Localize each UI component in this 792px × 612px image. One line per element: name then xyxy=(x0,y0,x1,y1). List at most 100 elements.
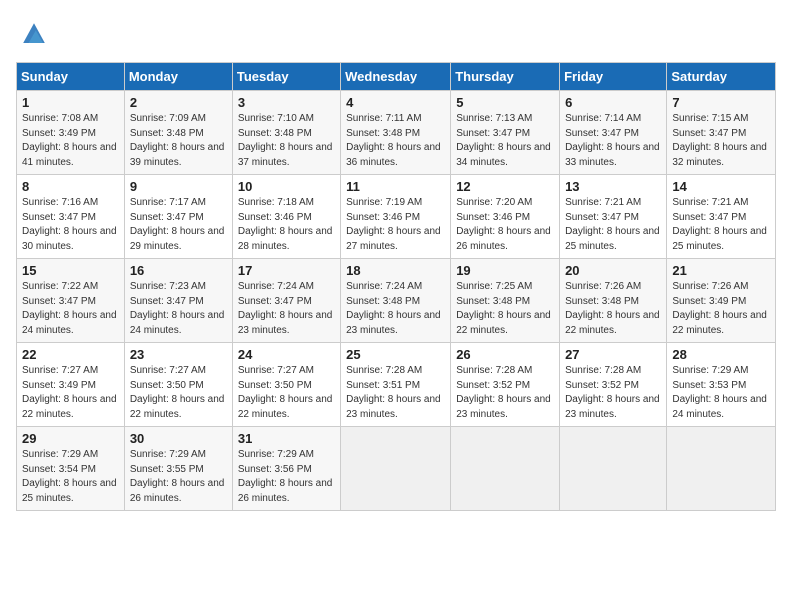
calendar-cell: 22Sunrise: 7:27 AMSunset: 3:49 PMDayligh… xyxy=(17,343,125,427)
day-number: 28 xyxy=(672,347,770,362)
day-number: 24 xyxy=(238,347,335,362)
calendar-week-row: 22Sunrise: 7:27 AMSunset: 3:49 PMDayligh… xyxy=(17,343,776,427)
cell-info: Sunrise: 7:09 AMSunset: 3:48 PMDaylight:… xyxy=(130,112,227,170)
calendar-cell: 20 Sunrise: 7:26 AMSunset: 3:48 PMDayligh… xyxy=(560,259,667,343)
cell-info: Sunrise: 7:29 AMSunset: 3:55 PMDaylight:… xyxy=(130,448,227,506)
cell-info: Sunrise: 7:28 AMSunset: 3:51 PMDaylight:… xyxy=(346,364,445,422)
cell-info: Sunrise: 7:27 AMSunset: 3:49 PMDaylight:… xyxy=(22,364,119,422)
day-number: 12 xyxy=(456,179,554,194)
cell-info: Sunrise: 7:25 AMSunset: 3:48 PMDaylight:… xyxy=(456,280,554,338)
calendar-cell: 12 Sunrise: 7:20 AMSunset: 3:46 PMDayligh… xyxy=(451,175,560,259)
calendar-cell: 4Sunrise: 7:11 AMSunset: 3:48 PMDaylight… xyxy=(341,91,451,175)
col-header-thursday: Thursday xyxy=(451,63,560,91)
day-number: 27 xyxy=(565,347,661,362)
cell-info: Sunrise: 7:21 AMSunset: 3:47 PMDaylight:… xyxy=(565,196,661,254)
calendar-cell: 27Sunrise: 7:28 AMSunset: 3:52 PMDayligh… xyxy=(560,343,667,427)
calendar-cell: 9 Sunrise: 7:17 AMSunset: 3:47 PMDaylight… xyxy=(124,175,232,259)
cell-info: Sunrise: 7:27 AMSunset: 3:50 PMDaylight:… xyxy=(130,364,227,422)
calendar-cell: 19 Sunrise: 7:25 AMSunset: 3:48 PMDayligh… xyxy=(451,259,560,343)
calendar-header-row: SundayMondayTuesdayWednesdayThursdayFrid… xyxy=(17,63,776,91)
day-number: 13 xyxy=(565,179,661,194)
cell-info: Sunrise: 7:29 AMSunset: 3:53 PMDaylight:… xyxy=(672,364,770,422)
col-header-wednesday: Wednesday xyxy=(341,63,451,91)
calendar-cell: 17 Sunrise: 7:24 AMSunset: 3:47 PMDayligh… xyxy=(232,259,340,343)
day-number: 18 xyxy=(346,263,445,278)
day-number: 14 xyxy=(672,179,770,194)
calendar-week-row: 29 Sunrise: 7:29 AMSunset: 3:54 PMDayligh… xyxy=(17,427,776,511)
logo xyxy=(16,16,56,52)
col-header-monday: Monday xyxy=(124,63,232,91)
cell-info: Sunrise: 7:13 AMSunset: 3:47 PMDaylight:… xyxy=(456,112,554,170)
day-number: 5 xyxy=(456,95,554,110)
cell-info: Sunrise: 7:29 AMSunset: 3:56 PMDaylight:… xyxy=(238,448,335,506)
calendar-cell: 7 Sunrise: 7:15 AMSunset: 3:47 PMDaylight… xyxy=(667,91,776,175)
day-number: 25 xyxy=(346,347,445,362)
calendar-cell: 8 Sunrise: 7:16 AMSunset: 3:47 PMDaylight… xyxy=(17,175,125,259)
calendar-cell: 25 Sunrise: 7:28 AMSunset: 3:51 PMDayligh… xyxy=(341,343,451,427)
calendar-week-row: 15 Sunrise: 7:22 AMSunset: 3:47 PMDayligh… xyxy=(17,259,776,343)
cell-info: Sunrise: 7:08 AMSunset: 3:49 PMDaylight:… xyxy=(22,112,119,170)
calendar-cell: 15 Sunrise: 7:22 AMSunset: 3:47 PMDayligh… xyxy=(17,259,125,343)
day-number: 6 xyxy=(565,95,661,110)
day-number: 19 xyxy=(456,263,554,278)
cell-info: Sunrise: 7:17 AMSunset: 3:47 PMDaylight:… xyxy=(130,196,227,254)
day-number: 31 xyxy=(238,431,335,446)
calendar-cell: 11 Sunrise: 7:19 AMSunset: 3:46 PMDayligh… xyxy=(341,175,451,259)
logo-icon xyxy=(16,16,52,52)
calendar-cell: 26 Sunrise: 7:28 AMSunset: 3:52 PMDayligh… xyxy=(451,343,560,427)
calendar-cell xyxy=(667,427,776,511)
calendar-cell xyxy=(451,427,560,511)
cell-info: Sunrise: 7:11 AMSunset: 3:48 PMDaylight:… xyxy=(346,112,445,170)
calendar-cell: 23 Sunrise: 7:27 AMSunset: 3:50 PMDayligh… xyxy=(124,343,232,427)
calendar-cell: 29 Sunrise: 7:29 AMSunset: 3:54 PMDayligh… xyxy=(17,427,125,511)
day-number: 15 xyxy=(22,263,119,278)
calendar-cell xyxy=(560,427,667,511)
cell-info: Sunrise: 7:18 AMSunset: 3:46 PMDaylight:… xyxy=(238,196,335,254)
cell-info: Sunrise: 7:19 AMSunset: 3:46 PMDaylight:… xyxy=(346,196,445,254)
day-number: 16 xyxy=(130,263,227,278)
page-header xyxy=(16,16,776,52)
cell-info: Sunrise: 7:29 AMSunset: 3:54 PMDaylight:… xyxy=(22,448,119,506)
cell-info: Sunrise: 7:27 AMSunset: 3:50 PMDaylight:… xyxy=(238,364,335,422)
calendar-cell: 28 Sunrise: 7:29 AMSunset: 3:53 PMDayligh… xyxy=(667,343,776,427)
col-header-sunday: Sunday xyxy=(17,63,125,91)
cell-info: Sunrise: 7:20 AMSunset: 3:46 PMDaylight:… xyxy=(456,196,554,254)
day-number: 7 xyxy=(672,95,770,110)
day-number: 8 xyxy=(22,179,119,194)
col-header-tuesday: Tuesday xyxy=(232,63,340,91)
day-number: 30 xyxy=(130,431,227,446)
day-number: 29 xyxy=(22,431,119,446)
day-number: 10 xyxy=(238,179,335,194)
day-number: 21 xyxy=(672,263,770,278)
cell-info: Sunrise: 7:22 AMSunset: 3:47 PMDaylight:… xyxy=(22,280,119,338)
calendar-week-row: 8 Sunrise: 7:16 AMSunset: 3:47 PMDaylight… xyxy=(17,175,776,259)
day-number: 20 xyxy=(565,263,661,278)
day-number: 23 xyxy=(130,347,227,362)
calendar-cell xyxy=(341,427,451,511)
cell-info: Sunrise: 7:28 AMSunset: 3:52 PMDaylight:… xyxy=(456,364,554,422)
cell-info: Sunrise: 7:26 AMSunset: 3:48 PMDaylight:… xyxy=(565,280,661,338)
calendar-cell: 3Sunrise: 7:10 AMSunset: 3:48 PMDaylight… xyxy=(232,91,340,175)
col-header-friday: Friday xyxy=(560,63,667,91)
cell-info: Sunrise: 7:24 AMSunset: 3:47 PMDaylight:… xyxy=(238,280,335,338)
calendar-cell: 21 Sunrise: 7:26 AMSunset: 3:49 PMDayligh… xyxy=(667,259,776,343)
cell-info: Sunrise: 7:15 AMSunset: 3:47 PMDaylight:… xyxy=(672,112,770,170)
col-header-saturday: Saturday xyxy=(667,63,776,91)
cell-info: Sunrise: 7:26 AMSunset: 3:49 PMDaylight:… xyxy=(672,280,770,338)
calendar-cell: 1 Sunrise: 7:08 AMSunset: 3:49 PMDaylight… xyxy=(17,91,125,175)
day-number: 2 xyxy=(130,95,227,110)
cell-info: Sunrise: 7:14 AMSunset: 3:47 PMDaylight:… xyxy=(565,112,661,170)
day-number: 17 xyxy=(238,263,335,278)
day-number: 26 xyxy=(456,347,554,362)
day-number: 3 xyxy=(238,95,335,110)
cell-info: Sunrise: 7:16 AMSunset: 3:47 PMDaylight:… xyxy=(22,196,119,254)
day-number: 11 xyxy=(346,179,445,194)
cell-info: Sunrise: 7:21 AMSunset: 3:47 PMDaylight:… xyxy=(672,196,770,254)
day-number: 1 xyxy=(22,95,119,110)
calendar-cell: 18Sunrise: 7:24 AMSunset: 3:48 PMDayligh… xyxy=(341,259,451,343)
calendar-cell: 31 Sunrise: 7:29 AMSunset: 3:56 PMDayligh… xyxy=(232,427,340,511)
calendar-cell: 2 Sunrise: 7:09 AMSunset: 3:48 PMDaylight… xyxy=(124,91,232,175)
cell-info: Sunrise: 7:23 AMSunset: 3:47 PMDaylight:… xyxy=(130,280,227,338)
day-number: 9 xyxy=(130,179,227,194)
calendar-cell: 24 Sunrise: 7:27 AMSunset: 3:50 PMDayligh… xyxy=(232,343,340,427)
